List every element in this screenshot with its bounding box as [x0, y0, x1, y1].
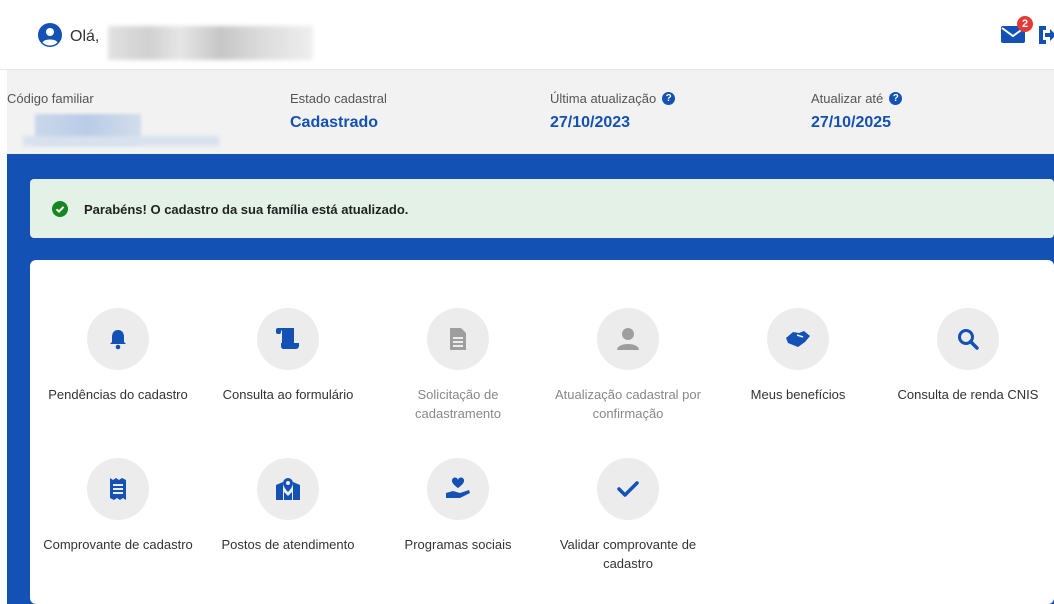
receipt-icon: [110, 478, 126, 500]
tile-icon-circle: [257, 458, 319, 520]
atualizar-ate-label: Atualizar até: [811, 91, 884, 106]
help-icon[interactable]: ?: [889, 92, 903, 105]
document-icon: [450, 328, 466, 350]
tile-label: Meus benefícios: [750, 387, 846, 402]
tile-validar-comprovante[interactable]: Validar comprovante de cadastro: [543, 458, 713, 574]
user-name-redacted: [108, 26, 313, 60]
check-icon: [617, 481, 639, 497]
tile-solicitacao-cadastramento[interactable]: Solicitação de cadastramento: [373, 308, 543, 424]
atualizar-ate-value: 27/10/2025: [811, 114, 892, 131]
codigo-familiar-block: Código familiar: [7, 91, 94, 106]
tile-label: Postos de atendimento: [221, 537, 355, 552]
tile-label: Validar comprovante de cadastro: [559, 537, 697, 571]
tile-comprovante-cadastro[interactable]: Comprovante de cadastro: [33, 458, 203, 555]
success-message: Parabéns! O cadastro da sua família está…: [84, 202, 409, 217]
tile-icon-circle: [597, 308, 659, 370]
tile-icon-circle: [937, 308, 999, 370]
top-bar: Olá, 2: [0, 0, 1054, 70]
tile-meus-beneficios[interactable]: Meus benefícios: [713, 308, 883, 405]
tile-label: Solicitação de cadastramento: [415, 387, 501, 421]
ultima-atualizacao-label: Última atualização: [550, 91, 657, 106]
check-circle-icon: [52, 201, 68, 217]
help-icon[interactable]: ?: [662, 92, 676, 105]
family-info-bar: Código familiar Estado cadastral Cadastr…: [7, 70, 1054, 154]
tile-icon-circle: [257, 308, 319, 370]
estado-cadastral-value: Cadastrado: [290, 114, 379, 131]
tile-consulta-formulario[interactable]: Consulta ao formulário: [203, 308, 373, 405]
user-circle-icon[interactable]: [38, 23, 62, 47]
tile-icon-circle: [87, 308, 149, 370]
tile-icon-circle: [597, 458, 659, 520]
tile-label: Pendências do cadastro: [48, 387, 188, 402]
tile-label: Programas sociais: [404, 537, 512, 552]
tile-consulta-renda-cnis[interactable]: Consulta de renda CNIS: [883, 308, 1053, 405]
bell-icon: [110, 330, 126, 350]
logout-icon[interactable]: [1036, 24, 1054, 46]
tile-pendencias[interactable]: Pendências do cadastro: [33, 308, 203, 405]
hand-heart-icon: [446, 477, 470, 498]
tile-icon-circle: [427, 308, 489, 370]
tile-atualizacao-confirmacao[interactable]: Atualização cadastral por confirmação: [543, 308, 713, 424]
tile-postos-atendimento[interactable]: Postos de atendimento: [203, 458, 373, 555]
handshake-icon: [786, 331, 810, 347]
user-icon: [617, 328, 639, 350]
tile-icon-circle: [87, 458, 149, 520]
codigo-familiar-label: Código familiar: [7, 91, 94, 106]
map-icon: [276, 478, 300, 500]
tile-icon-circle: [427, 458, 489, 520]
mail-badge: 2: [1017, 16, 1033, 32]
tile-label: Atualização cadastral por confirmação: [555, 387, 701, 421]
codigo-familiar-redacted-underline: [23, 136, 219, 146]
scroll-icon: [276, 328, 299, 349]
greeting-text: Olá,: [70, 28, 100, 45]
tile-label: Consulta de renda CNIS: [897, 387, 1039, 402]
search-icon: [958, 329, 979, 350]
tile-label: Consulta ao formulário: [222, 387, 354, 402]
tile-label: Comprovante de cadastro: [43, 537, 193, 552]
estado-cadastral-label: Estado cadastral: [290, 91, 387, 106]
services-panel: Pendências do cadastro Consulta ao formu…: [30, 260, 1054, 604]
ultima-atualizacao-block: Última atualização ? 27/10/2023: [550, 91, 676, 132]
success-alert: Parabéns! O cadastro da sua família está…: [30, 179, 1054, 238]
ultima-atualizacao-value: 27/10/2023: [550, 114, 631, 131]
tile-icon-circle: [767, 308, 829, 370]
estado-cadastral-block: Estado cadastral Cadastrado: [290, 91, 387, 132]
atualizar-ate-block: Atualizar até ? 27/10/2025: [811, 91, 903, 132]
tile-programas-sociais[interactable]: Programas sociais: [373, 458, 543, 555]
